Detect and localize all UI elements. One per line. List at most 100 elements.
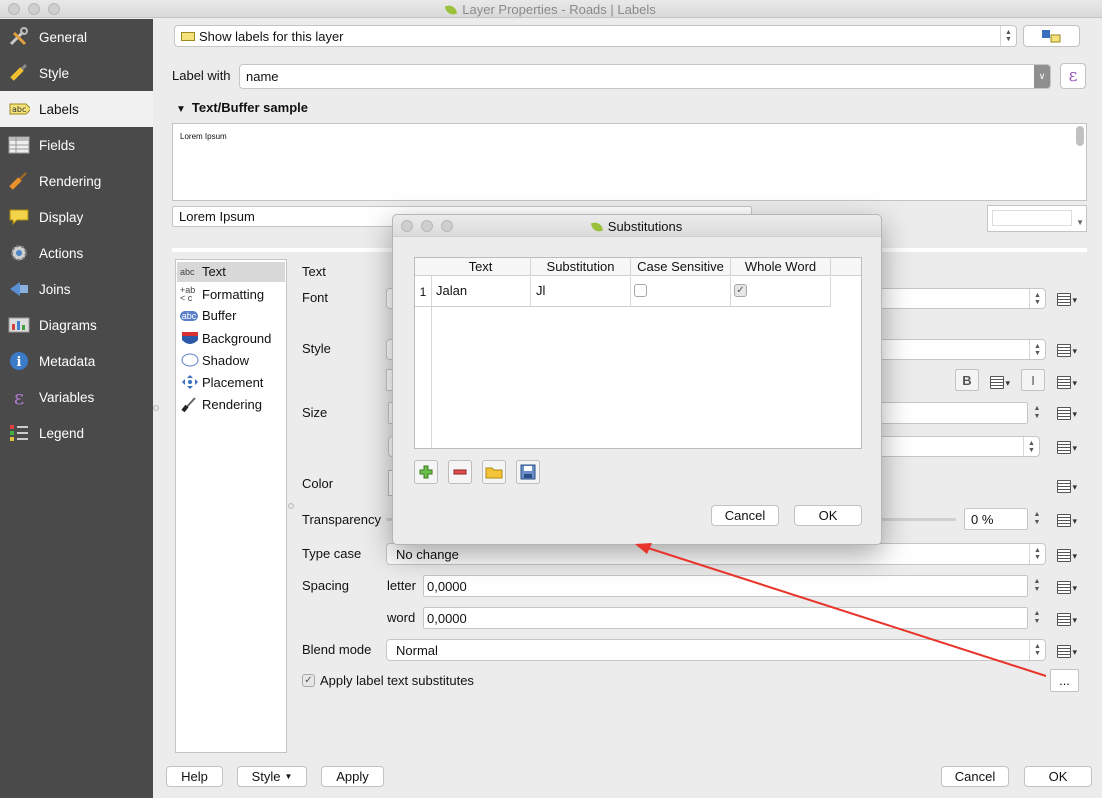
data-defined-override-icon[interactable] bbox=[1055, 546, 1077, 564]
stepper-arrows-icon[interactable]: ▲ ▼ bbox=[1031, 508, 1043, 530]
column-header-case-sensitive[interactable]: Case Sensitive bbox=[631, 258, 731, 276]
sidebar-item-variables[interactable]: ε Variables bbox=[0, 379, 153, 415]
dialog-cancel-button[interactable]: Cancel bbox=[711, 505, 779, 526]
splitter-handle[interactable] bbox=[288, 503, 294, 509]
sample-section-header[interactable]: ▼ Text/Buffer sample bbox=[176, 100, 308, 115]
sidebar-item-actions[interactable]: Actions bbox=[0, 235, 153, 271]
whole-word-checkbox[interactable]: ✓ bbox=[734, 284, 747, 297]
data-defined-override-icon[interactable] bbox=[1055, 373, 1077, 391]
table-row[interactable]: 1 Jalan Jl ✓ bbox=[415, 277, 831, 307]
label-field-combo[interactable]: name ∨ bbox=[239, 64, 1051, 89]
column-header-text[interactable]: Text bbox=[431, 258, 531, 276]
sidebar-item-legend[interactable]: Legend bbox=[0, 415, 153, 451]
load-substitutions-button[interactable] bbox=[482, 460, 506, 484]
diagram-icon bbox=[8, 315, 30, 335]
subtab-text[interactable]: abc Text bbox=[180, 264, 226, 279]
preview-scrollbar[interactable] bbox=[1076, 126, 1084, 146]
italic-button[interactable]: I bbox=[1021, 369, 1045, 391]
column-header-substitution[interactable]: Substitution bbox=[531, 258, 631, 276]
font-label: Font bbox=[302, 290, 329, 305]
cancel-button[interactable]: Cancel bbox=[941, 766, 1009, 787]
data-defined-override-icon[interactable] bbox=[1055, 341, 1077, 359]
window-title: Layer Properties - Roads | Labels bbox=[0, 2, 1102, 17]
blend-mode-combo[interactable]: Normal ▲ ▼ bbox=[386, 639, 1046, 661]
legend-icon bbox=[8, 423, 30, 443]
expression-button[interactable]: ε bbox=[1060, 63, 1086, 89]
sidebar-item-style[interactable]: Style bbox=[0, 55, 153, 91]
data-defined-override-icon[interactable] bbox=[1055, 610, 1077, 628]
rule-based-labeling-button[interactable] bbox=[1023, 25, 1080, 47]
word-spacing-label: word bbox=[387, 610, 416, 625]
add-substitution-button[interactable] bbox=[414, 460, 438, 484]
speech-bubble-icon bbox=[8, 207, 30, 227]
apply-substitutes-checkbox[interactable]: ✓ bbox=[302, 674, 315, 687]
ok-button[interactable]: OK bbox=[1024, 766, 1092, 787]
type-case-combo[interactable]: No change ▲ ▼ bbox=[386, 543, 1046, 565]
apply-button[interactable]: Apply bbox=[321, 766, 384, 787]
data-defined-override-icon[interactable] bbox=[1055, 438, 1077, 456]
chevron-updown-icon: ▲ ▼ bbox=[1023, 437, 1039, 456]
data-defined-override-icon[interactable] bbox=[1055, 290, 1077, 308]
subtab-shadow[interactable]: Shadow bbox=[180, 352, 249, 368]
stepper-arrows-icon[interactable]: ▲ ▼ bbox=[1031, 607, 1043, 629]
sidebar-item-metadata[interactable]: i Metadata bbox=[0, 343, 153, 379]
data-defined-override-icon[interactable] bbox=[988, 373, 1010, 391]
gear-icon bbox=[8, 243, 30, 263]
svg-text:i: i bbox=[17, 355, 22, 370]
help-button[interactable]: Help bbox=[166, 766, 223, 787]
letter-spacing-spinbox[interactable]: 0,0000 bbox=[423, 575, 1028, 597]
sidebar-item-rendering[interactable]: Rendering bbox=[0, 163, 153, 199]
sidebar: General Style abc Labels Fields Renderin… bbox=[0, 19, 153, 798]
column-header-whole-word[interactable]: Whole Word bbox=[731, 258, 831, 276]
data-defined-override-icon[interactable] bbox=[1055, 578, 1077, 596]
remove-substitution-button[interactable] bbox=[448, 460, 472, 484]
minus-icon bbox=[453, 469, 467, 475]
stepper-arrows-icon[interactable]: ▲ ▼ bbox=[1031, 402, 1043, 424]
subtab-buffer[interactable]: abc Buffer bbox=[180, 308, 236, 323]
word-spacing-spinbox[interactable]: 0,0000 bbox=[423, 607, 1028, 629]
data-defined-override-icon[interactable] bbox=[1055, 477, 1077, 495]
save-substitutions-button[interactable] bbox=[516, 460, 540, 484]
save-disk-icon bbox=[520, 464, 536, 480]
sidebar-item-display[interactable]: Display bbox=[0, 199, 153, 235]
subtab-rendering[interactable]: Rendering bbox=[180, 396, 262, 412]
chevron-updown-icon: ▲ ▼ bbox=[1029, 289, 1045, 308]
style-menu-button[interactable]: Style ▼ bbox=[237, 766, 307, 787]
background-color-preview[interactable]: ▼ bbox=[987, 205, 1087, 232]
chevron-updown-icon: ▲ ▼ bbox=[1029, 340, 1045, 359]
subtab-formatting[interactable]: +ab < c Formatting bbox=[180, 286, 264, 303]
apply-substitutes-option[interactable]: ✓ Apply label text substitutes bbox=[302, 673, 474, 688]
sidebar-item-fields[interactable]: Fields bbox=[0, 127, 153, 163]
join-icon bbox=[8, 279, 30, 299]
sidebar-item-diagrams[interactable]: Diagrams bbox=[0, 307, 153, 343]
subtab-background[interactable]: Background bbox=[180, 330, 271, 346]
brush-icon bbox=[8, 171, 30, 191]
sidebar-item-joins[interactable]: Joins bbox=[0, 271, 153, 307]
style-label: Style bbox=[302, 341, 331, 356]
cell-substitution[interactable]: Jl bbox=[531, 277, 631, 307]
bold-button[interactable]: B bbox=[955, 369, 979, 391]
data-defined-override-icon[interactable] bbox=[1055, 511, 1077, 529]
text-section-title: Text bbox=[302, 264, 326, 279]
row-number: 1 bbox=[419, 285, 427, 299]
cell-text[interactable]: Jalan bbox=[431, 277, 531, 307]
splitter-handle[interactable] bbox=[153, 405, 159, 411]
label-mode-select[interactable]: Show labels for this layer ▲ ▼ bbox=[174, 25, 1017, 47]
type-case-label: Type case bbox=[302, 546, 362, 561]
transparency-spinbox[interactable]: 0 % bbox=[964, 508, 1028, 530]
cell-case-sensitive bbox=[631, 277, 731, 307]
data-defined-override-icon[interactable] bbox=[1055, 404, 1077, 422]
data-defined-override-icon[interactable] bbox=[1055, 642, 1077, 660]
transparency-label: Transparency bbox=[302, 512, 381, 527]
sidebar-item-general[interactable]: General bbox=[0, 19, 153, 55]
case-sensitive-checkbox[interactable] bbox=[634, 284, 647, 297]
subtab-placement[interactable]: Placement bbox=[180, 374, 263, 390]
chevron-down-icon: ▼ bbox=[284, 772, 293, 781]
labeling-rules-icon bbox=[1041, 30, 1060, 43]
stepper-arrows-icon[interactable]: ▲ ▼ bbox=[1031, 575, 1043, 597]
sidebar-item-labels[interactable]: abc Labels bbox=[0, 91, 153, 127]
edit-substitutes-button[interactable]: ... bbox=[1050, 669, 1079, 692]
dialog-ok-button[interactable]: OK bbox=[794, 505, 862, 526]
label-with-label: Label with bbox=[172, 68, 231, 83]
spacing-label: Spacing bbox=[302, 578, 349, 593]
